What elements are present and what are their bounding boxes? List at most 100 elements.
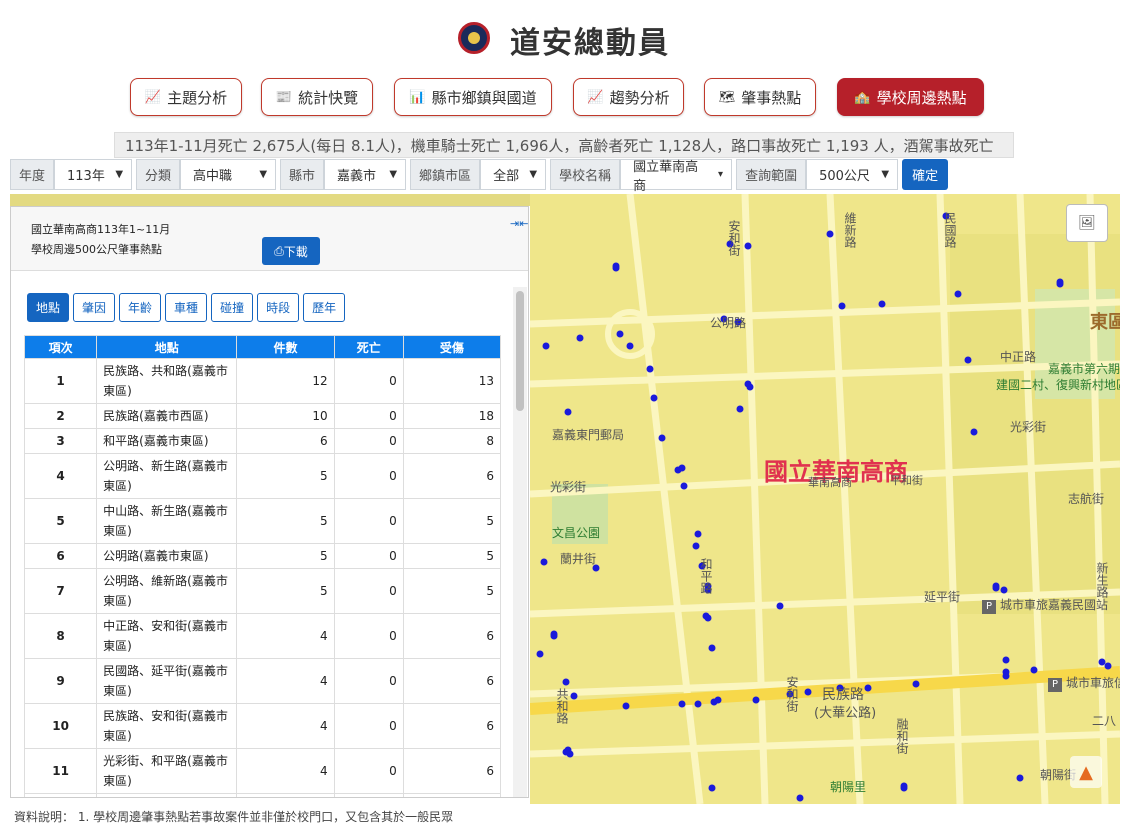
tab-collision[interactable]: 碰撞 xyxy=(211,293,254,322)
accident-marker xyxy=(626,342,634,350)
town-select[interactable]: 全部 ▼ xyxy=(480,159,547,190)
tab-time[interactable]: 時段 xyxy=(257,293,300,322)
cell-rank: 1 xyxy=(24,358,98,404)
table-row[interactable]: 4 公明路、新生路(嘉義市東區) 5 0 6 xyxy=(24,453,501,499)
road-label: 光彩街 xyxy=(1010,420,1047,434)
accident-marker xyxy=(1016,774,1024,782)
accident-marker xyxy=(562,678,570,686)
accident-marker xyxy=(694,700,702,708)
table-row[interactable]: 2 民族路(嘉義市西區) 10 0 18 xyxy=(24,403,501,429)
header: 道安總動員 xyxy=(0,0,1126,76)
accident-marker xyxy=(752,696,760,704)
accident-marker xyxy=(864,684,872,692)
accident-marker xyxy=(708,644,716,652)
cell-count: 4 xyxy=(236,613,335,659)
accident-marker xyxy=(776,602,784,610)
table-row[interactable]: 1 民族路、共和路(嘉義市東區) 12 0 13 xyxy=(24,358,501,404)
cell-rank: 12 xyxy=(24,793,98,797)
tab-history[interactable]: 歷年 xyxy=(303,293,346,322)
cell-injury: 6 xyxy=(402,793,501,797)
hotspot-panel: 國立華南高商113年1~11月 學校周邊500公尺肇事熱點 ⎙ 下載 ⇥⇤ 地點 … xyxy=(10,206,529,798)
accident-marker xyxy=(646,365,654,373)
table-row[interactable]: 5 中山路、新生路(嘉義市東區) 5 0 5 xyxy=(24,498,501,544)
cell-rank: 3 xyxy=(24,428,98,454)
scroll-thumb[interactable] xyxy=(516,291,524,411)
cell-rank: 10 xyxy=(24,703,98,749)
accident-marker xyxy=(744,380,752,388)
nav-accident-hotspots[interactable]: 🗺 肇事熱點 xyxy=(704,78,816,116)
cell-count: 4 xyxy=(236,703,335,749)
hotspot-map[interactable]: 安和街 維新路 民國路 公明路 東區 中正路 嘉義市第六期 建國二村、復興新村地… xyxy=(530,194,1120,804)
accident-marker xyxy=(826,230,834,238)
accident-marker xyxy=(954,290,962,298)
nav-county-town-highway[interactable]: 📊 縣市鄉鎮與國道 xyxy=(394,78,552,116)
chevron-down-icon: ▼ xyxy=(389,169,398,180)
tab-cause[interactable]: 肇因 xyxy=(73,293,116,322)
tab-location[interactable]: 地點 xyxy=(27,293,70,322)
place-label: P城市車旅信 xyxy=(1048,674,1120,692)
table-row[interactable]: 6 公明路(嘉義市東區) 5 0 5 xyxy=(24,543,501,569)
cell-rank: 4 xyxy=(24,453,98,499)
table-scrollbar[interactable] xyxy=(513,287,527,797)
county-select[interactable]: 嘉義市 ▼ xyxy=(324,159,407,190)
hotspot-table-container: 項次 地點 件數 死亡 受傷 1 民族路、共和路(嘉義市東區) 12 0 13 2 民族路(… xyxy=(24,335,501,797)
image-icon[interactable]: 🖼 xyxy=(1066,204,1108,242)
north-arrow-icon[interactable]: ▲ xyxy=(1070,756,1102,788)
accident-marker xyxy=(744,242,752,250)
cell-death: 0 xyxy=(333,543,404,569)
cell-count: 5 xyxy=(236,498,335,544)
cell-death: 0 xyxy=(333,658,404,704)
accident-marker xyxy=(692,542,700,550)
table-row[interactable]: 10 民族路、安和街(嘉義市東區) 4 0 6 xyxy=(24,703,501,749)
category-select[interactable]: 高中職 ▼ xyxy=(180,159,277,190)
accident-marker xyxy=(680,482,688,490)
school-select[interactable]: 國立華南高商 ▾ xyxy=(620,159,733,194)
accident-marker xyxy=(838,302,846,310)
panel-title: 國立華南高商113年1~11月 xyxy=(31,223,171,236)
site-title: 道安總動員 xyxy=(510,26,670,61)
nav-topic-analysis[interactable]: 📈 主題分析 xyxy=(130,78,242,116)
main-nav: 📈 主題分析 📰 統計快覽 📊 縣市鄉鎮與國道 📈 趨勢分析 🗺 肇事熱點 🏫 學校周邊熱點 xyxy=(0,78,1126,118)
road-label: 延平街 xyxy=(924,590,961,604)
table-row[interactable]: 8 中正路、安和街(嘉義市東區) 4 0 6 xyxy=(24,613,501,659)
cell-rank: 5 xyxy=(24,498,98,544)
accident-marker xyxy=(562,748,570,756)
tab-age[interactable]: 年齡 xyxy=(119,293,162,322)
confirm-button[interactable]: 確定 xyxy=(902,159,949,190)
panel-header: 國立華南高商113年1~11月 學校周邊500公尺肇事熱點 ⎙ 下載 ⇥⇤ xyxy=(11,207,528,271)
nav-school-hotspots[interactable]: 🏫 學校周邊熱點 xyxy=(837,78,984,116)
table-row[interactable]: 3 和平路(嘉義市東區) 6 0 8 xyxy=(24,428,501,454)
tab-vehicle[interactable]: 車種 xyxy=(165,293,208,322)
cell-injury: 6 xyxy=(402,748,501,794)
col-injury: 受傷 xyxy=(402,335,501,359)
accident-marker xyxy=(678,700,686,708)
download-button[interactable]: ⎙ 下載 xyxy=(262,237,320,265)
road-label: 維新路 xyxy=(843,212,857,248)
year-select[interactable]: 113年 ▼ xyxy=(54,159,133,190)
cell-injury: 6 xyxy=(402,658,501,704)
accident-marker xyxy=(970,428,978,436)
accident-marker xyxy=(804,688,812,696)
collapse-icon[interactable]: ⇥⇤ xyxy=(510,217,528,230)
table-row[interactable]: 9 民國路、延平街(嘉義市東區) 4 0 6 xyxy=(24,658,501,704)
place-label: 建國二村、復興新村地區 xyxy=(996,378,1120,392)
table-row[interactable]: 11 光彩街、和平路(嘉義市東區) 4 0 6 xyxy=(24,748,501,794)
school-label: 學校名稱 xyxy=(550,159,621,190)
place-label: 朝陽里 xyxy=(830,780,867,794)
nav-stats-overview[interactable]: 📰 統計快覽 xyxy=(261,78,373,116)
table-row[interactable]: 7 公明路、維新路(嘉義市東區) 5 0 5 xyxy=(24,568,501,614)
accident-marker xyxy=(992,584,1000,592)
accident-marker xyxy=(658,434,666,442)
cell-death: 0 xyxy=(333,568,404,614)
file-export-icon: ⎙ xyxy=(274,243,284,258)
cell-death: 0 xyxy=(333,498,404,544)
line-chart-icon: 📈 xyxy=(144,89,162,105)
accident-marker xyxy=(912,680,920,688)
cell-injury: 5 xyxy=(402,498,501,544)
range-select[interactable]: 500公尺 ▼ xyxy=(806,159,899,190)
nav-trend-analysis[interactable]: 📈 趨勢分析 xyxy=(573,78,684,116)
cell-death: 0 xyxy=(333,428,404,454)
table-row[interactable]: 12安和街、安樂街(嘉義市東區)406 xyxy=(24,793,501,797)
road-label: 中正路 xyxy=(1000,350,1037,364)
accident-marker xyxy=(796,794,804,802)
